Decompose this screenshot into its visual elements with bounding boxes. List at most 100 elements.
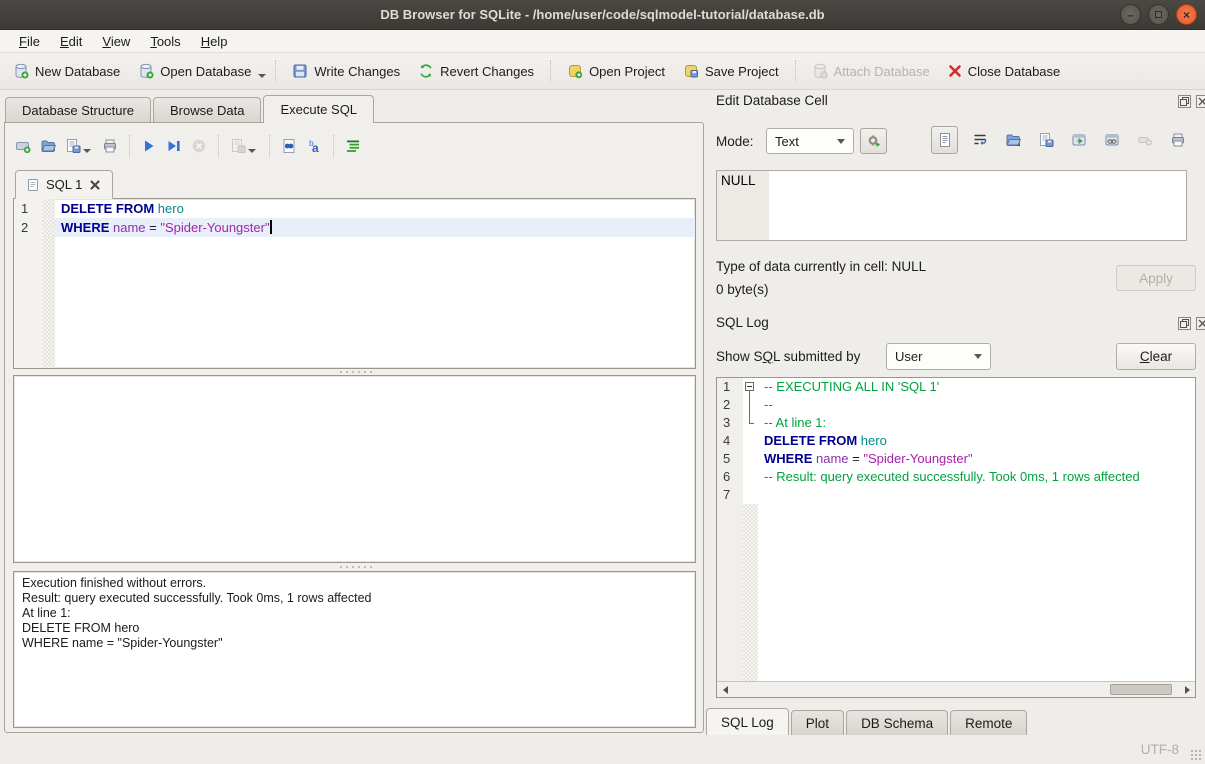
stop-icon <box>191 138 207 154</box>
export-cell-data-button[interactable] <box>1032 127 1059 153</box>
tab-plot[interactable]: Plot <box>791 710 844 735</box>
export-icon <box>1038 132 1054 148</box>
minimize-button[interactable]: – <box>1120 4 1141 25</box>
open-sql-file-button[interactable] <box>40 138 56 154</box>
menu-help[interactable]: Help <box>192 32 237 51</box>
text-mode-button[interactable] <box>931 126 958 154</box>
open-project-icon <box>567 63 583 79</box>
cell-editor[interactable]: NULL <box>716 170 1187 241</box>
set-null-button[interactable] <box>1131 127 1158 153</box>
sql-code-editor[interactable]: 1 DELETE FROM hero 2 WHERE name = "Spide… <box>13 198 696 369</box>
sql-log-dock-header[interactable]: SQL Log <box>716 315 769 330</box>
scroll-right-icon[interactable] <box>1179 682 1195 697</box>
save-file-icon <box>65 138 81 154</box>
log-line-6: 6 -- Result: query executed successfully… <box>717 468 1195 486</box>
title-bar[interactable]: DB Browser for SQLite - /home/user/code/… <box>0 0 1205 30</box>
sql-log-view[interactable]: 1 -- EXECUTING ALL IN 'SQL 1' 2 -- 3 -- … <box>716 377 1196 698</box>
close-database-icon <box>948 64 962 78</box>
mode-select[interactable]: Text <box>766 128 854 154</box>
sql-file-icon <box>26 178 40 192</box>
format-sql-button[interactable] <box>345 138 361 154</box>
tab-db-schema[interactable]: DB Schema <box>846 710 948 735</box>
tab-sql-log[interactable]: SQL Log <box>706 708 789 735</box>
log-line-7: 7 <box>717 486 1195 504</box>
log-line-2: 2 -- <box>717 396 1195 414</box>
import-cell-data-button[interactable] <box>999 127 1026 153</box>
open-project-button[interactable]: Open Project <box>558 57 674 86</box>
scrollbar-thumb[interactable] <box>1110 684 1172 695</box>
copy-link-button[interactable] <box>1098 127 1125 153</box>
cell-type-info: Type of data currently in cell: NULL <box>716 259 926 274</box>
execution-message-pane[interactable]: Execution finished without errors. Resul… <box>13 571 696 728</box>
close-panel-icon[interactable] <box>1196 95 1205 108</box>
scroll-left-icon[interactable] <box>717 682 733 697</box>
resize-grip[interactable] <box>1190 749 1202 761</box>
new-tab-icon <box>15 138 31 154</box>
close-tab-icon[interactable] <box>88 178 102 192</box>
fold-collapse-icon[interactable] <box>745 382 754 391</box>
open-database-button[interactable]: Open Database <box>129 57 260 86</box>
open-database-icon <box>138 63 154 79</box>
close-button[interactable]: × <box>1176 4 1197 25</box>
log-filter-select[interactable]: User <box>886 343 991 370</box>
sql-document-tab[interactable]: SQL 1 <box>15 170 113 199</box>
save-sql-file-button[interactable] <box>65 138 81 154</box>
clear-log-button[interactable]: Clear <box>1116 343 1196 370</box>
menu-bar: File Edit View Tools Help <box>0 30 1205 53</box>
revert-changes-icon <box>418 63 434 79</box>
sql-editor-toolbar: ba <box>15 133 361 159</box>
close-panel-icon[interactable] <box>1196 317 1205 330</box>
menu-edit[interactable]: Edit <box>51 32 91 51</box>
new-database-button[interactable]: New Database <box>4 57 129 86</box>
edit-cell-dock-header[interactable]: Edit Database Cell <box>716 93 828 108</box>
main-tab-bar: Database Structure Browse Data Execute S… <box>5 95 376 123</box>
autocomplete-button[interactable]: ba <box>306 138 322 154</box>
splitter-handle[interactable] <box>13 564 696 570</box>
save-sql-dropdown-icon[interactable] <box>83 149 91 153</box>
main-toolbar: New Database Open Database Write Changes… <box>0 53 1205 90</box>
save-project-icon <box>683 63 699 79</box>
svg-text:a: a <box>312 141 319 154</box>
float-panel-icon[interactable] <box>1178 317 1191 330</box>
query-results-pane[interactable] <box>13 375 696 563</box>
apply-button[interactable]: Apply <box>1116 265 1196 291</box>
save-results-dropdown-icon[interactable] <box>248 149 256 153</box>
edit-cell-title: Edit Database Cell <box>716 93 828 108</box>
menu-view[interactable]: View <box>93 32 139 51</box>
tab-remote[interactable]: Remote <box>950 710 1027 735</box>
gear-import-icon <box>866 133 882 149</box>
save-project-button[interactable]: Save Project <box>674 57 788 86</box>
close-database-button[interactable]: Close Database <box>939 57 1070 86</box>
maximize-button[interactable] <box>1148 4 1169 25</box>
float-panel-icon[interactable] <box>1178 95 1191 108</box>
tab-execute-sql[interactable]: Execute SQL <box>263 95 374 123</box>
menu-file[interactable]: File <box>10 32 49 51</box>
print-sql-button[interactable] <box>102 138 118 154</box>
open-in-external-button[interactable] <box>1065 127 1092 153</box>
execute-current-line-button[interactable] <box>166 138 182 154</box>
attach-database-button[interactable]: Attach Database <box>803 57 939 86</box>
word-wrap-button[interactable] <box>966 127 993 153</box>
save-results-button[interactable] <box>230 138 246 154</box>
print-cell-button[interactable] <box>1164 127 1191 153</box>
link-icon <box>1104 132 1120 148</box>
stop-button[interactable] <box>191 138 207 154</box>
log-horizontal-scrollbar[interactable] <box>717 681 1195 697</box>
save-results-icon <box>230 138 246 154</box>
execute-all-button[interactable] <box>141 138 157 154</box>
tab-browse-data[interactable]: Browse Data <box>153 97 261 123</box>
revert-changes-button[interactable]: Revert Changes <box>409 57 543 86</box>
new-sql-tab-button[interactable] <box>15 138 31 154</box>
print-icon <box>102 138 118 154</box>
fold-margin <box>42 218 55 237</box>
find-button[interactable] <box>281 138 297 154</box>
log-line-5: 5 WHERE name = "Spider-Youngster" <box>717 450 1195 468</box>
apply-mode-button[interactable] <box>860 128 887 154</box>
menu-tools[interactable]: Tools <box>141 32 189 51</box>
tab-database-structure[interactable]: Database Structure <box>5 97 151 123</box>
find-in-file-icon <box>281 138 297 154</box>
write-changes-button[interactable]: Write Changes <box>283 57 409 86</box>
log-filter-label: Show SQL submitted by <box>716 349 860 364</box>
open-database-dropdown-icon[interactable] <box>258 74 266 78</box>
cell-value: NULL <box>721 173 756 188</box>
